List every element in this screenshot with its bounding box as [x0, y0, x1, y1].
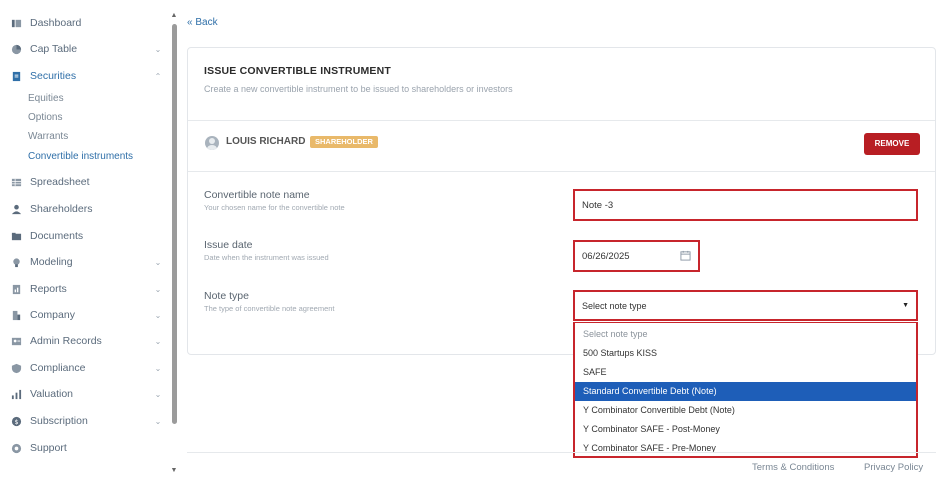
issue-date-value: 06/26/2025	[582, 250, 630, 262]
status-badge: SHAREHOLDER	[310, 136, 378, 148]
sidebar-item-label: Documents	[30, 230, 84, 242]
admin-icon	[10, 335, 22, 347]
sidebar-item-label: Shareholders	[30, 203, 93, 215]
chevron-down-icon: ⌄	[154, 363, 162, 373]
note-type-selected-value: Select note type	[582, 300, 647, 311]
privacy-link[interactable]: Privacy Policy	[864, 462, 923, 473]
note-name-help: Your chosen name for the convertible not…	[204, 203, 345, 212]
pie-chart-icon	[10, 43, 22, 55]
chevron-up-icon: ⌃	[154, 71, 162, 81]
sidebar-item-valuation[interactable]: Valuation ⌄	[0, 383, 172, 405]
note-name-value: Note -3	[582, 199, 614, 211]
building-icon	[10, 309, 22, 321]
sidebar-item-support[interactable]: Support	[0, 437, 172, 459]
footer-divider	[187, 452, 936, 453]
sidebar-item-modeling[interactable]: Modeling ⌄	[0, 251, 172, 273]
sidebar-item-label: Valuation	[30, 388, 74, 400]
sidebar-item-label: Support	[30, 442, 67, 454]
grid-icon	[10, 176, 22, 188]
sidebar-subitem-convertible-instruments[interactable]: Convertible instruments	[28, 149, 133, 165]
sidebar-item-dashboard[interactable]: Dashboard	[0, 12, 172, 34]
chevron-down-icon: ⌄	[154, 284, 162, 294]
note-name-field[interactable]: Note -3	[573, 189, 918, 221]
caret-down-icon: ▼	[902, 302, 909, 309]
sidebar-item-documents[interactable]: Documents	[0, 225, 172, 247]
sidebar-item-label: Company	[30, 309, 75, 321]
back-link[interactable]: « Back	[187, 17, 218, 28]
bulb-icon	[10, 256, 22, 268]
sidebar-item-cap-table[interactable]: Cap Table ⌄	[0, 38, 172, 60]
sidebar-item-subscription[interactable]: $ Subscription ⌄	[0, 410, 172, 432]
divider	[188, 120, 935, 121]
sidebar-subitem-equities[interactable]: Equities	[28, 91, 64, 107]
sidebar-item-label: Admin Records	[30, 335, 102, 347]
issue-date-label: Issue date	[204, 239, 253, 251]
note-type-select[interactable]: Select note type ▼	[573, 290, 918, 321]
shield-icon	[10, 362, 22, 374]
dropdown-option[interactable]: Y Combinator SAFE - Post-Money	[575, 420, 916, 439]
report-icon	[10, 283, 22, 295]
chart-icon	[10, 388, 22, 400]
sidebar-item-reports[interactable]: Reports ⌄	[0, 278, 172, 300]
back-label: Back	[195, 17, 218, 28]
note-name-label: Convertible note name	[204, 189, 310, 201]
sidebar: Dashboard Cap Table ⌄ Securities ⌃ Equit…	[0, 0, 179, 483]
sidebar-item-compliance[interactable]: Compliance ⌄	[0, 357, 172, 379]
chevron-down-icon: ⌄	[154, 416, 162, 426]
sidebar-item-label: Spreadsheet	[30, 176, 90, 188]
dollar-icon: $	[10, 415, 22, 427]
chevron-down-icon: ⌄	[154, 310, 162, 320]
chevron-down-icon: ⌄	[154, 257, 162, 267]
dropdown-option-highlighted[interactable]: Standard Convertible Debt (Note)	[575, 382, 916, 401]
sidebar-item-label: Cap Table	[30, 43, 78, 55]
user-icon	[10, 203, 22, 215]
issue-date-field[interactable]: 06/26/2025	[573, 240, 700, 272]
note-type-help: The type of convertible note agreement	[204, 304, 335, 313]
sidebar-item-label: Reports	[30, 283, 67, 295]
sidebar-scrollbar-thumb[interactable]	[172, 24, 177, 424]
sidebar-subitem-options[interactable]: Options	[28, 110, 62, 126]
sidebar-item-label: Securities	[30, 70, 77, 82]
chevron-down-icon: ⌄	[154, 44, 162, 54]
scroll-down-arrow-icon[interactable]: ▼	[169, 467, 179, 475]
dropdown-option[interactable]: 500 Startups KISS	[575, 344, 916, 363]
dropdown-option[interactable]: Select note type	[575, 325, 916, 344]
double-chevron-left-icon: «	[187, 17, 193, 28]
card-title: ISSUE CONVERTIBLE INSTRUMENT	[204, 65, 392, 77]
terms-link[interactable]: Terms & Conditions	[752, 462, 834, 473]
holder-name: LOUIS RICHARD	[226, 136, 306, 147]
chevron-down-icon: ⌄	[154, 389, 162, 399]
note-type-dropdown: Select note type 500 Startups KISS SAFE …	[573, 322, 918, 458]
sidebar-item-securities[interactable]: Securities ⌃	[0, 65, 172, 87]
remove-button[interactable]: REMOVE	[864, 133, 920, 155]
divider	[188, 171, 935, 172]
sidebar-item-label: Dashboard	[30, 17, 82, 29]
sidebar-item-label: Subscription	[30, 415, 88, 427]
sidebar-item-label: Modeling	[30, 256, 73, 268]
svg-text:$: $	[14, 417, 18, 425]
sidebar-subitem-warrants[interactable]: Warrants	[28, 129, 68, 145]
sidebar-item-spreadsheet[interactable]: Spreadsheet	[0, 171, 172, 193]
support-icon	[10, 442, 22, 454]
dropdown-option[interactable]: Y Combinator SAFE - Pre-Money	[575, 439, 916, 458]
document-icon	[10, 70, 22, 82]
chevron-down-icon: ⌄	[154, 336, 162, 346]
issue-date-help: Date when the instrument was issued	[204, 253, 329, 262]
sidebar-item-shareholders[interactable]: Shareholders	[0, 198, 172, 220]
folder-icon	[10, 230, 22, 242]
scroll-up-arrow-icon[interactable]: ▲	[169, 12, 179, 20]
sidebar-item-company[interactable]: Company ⌄	[0, 304, 172, 326]
avatar	[205, 136, 219, 150]
sidebar-item-admin-records[interactable]: Admin Records ⌄	[0, 330, 172, 352]
sidebar-item-label: Compliance	[30, 362, 86, 374]
dropdown-option[interactable]: Y Combinator Convertible Debt (Note)	[575, 401, 916, 420]
calendar-icon[interactable]	[680, 250, 691, 261]
note-type-label: Note type	[204, 290, 249, 302]
card-subtitle: Create a new convertible instrument to b…	[204, 84, 513, 94]
dropdown-option[interactable]: SAFE	[575, 363, 916, 382]
dashboard-icon	[10, 17, 22, 29]
